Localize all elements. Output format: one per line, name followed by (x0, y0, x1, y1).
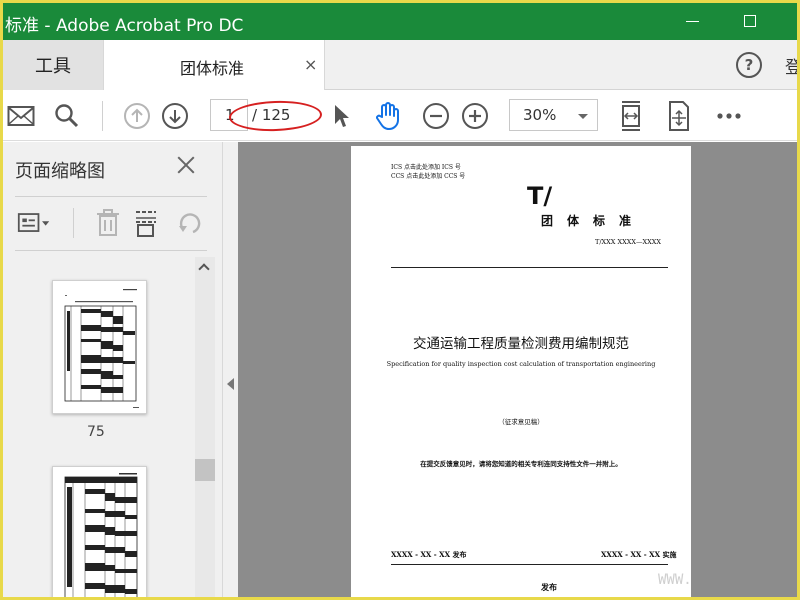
options-menu-icon[interactable] (17, 206, 51, 240)
ics-line: ICS 点击此处添加 ICS 号 (391, 164, 461, 171)
mail-icon[interactable] (5, 100, 37, 132)
header-rule (391, 267, 668, 268)
panel-divider (15, 250, 207, 251)
main-toolbar: 1 / 125 30% (3, 91, 797, 141)
tab-document[interactable]: 团体标准 × (103, 40, 325, 90)
publish-date: XXXX - XX - XX 发布 (391, 550, 467, 559)
patent-note: 在提交反馈意见时，请将您知道的相关专利连同支持性文件一并附上。 (420, 460, 622, 468)
document-title: 交通运输工程质量检测费用编制规范 (413, 336, 629, 352)
standard-number: T/XXX XXXX—XXXX (595, 238, 661, 246)
search-icon[interactable] (51, 100, 83, 132)
collapse-arrow-icon[interactable] (227, 378, 234, 390)
watermark-text: WWW. (658, 572, 692, 588)
maximize-icon[interactable] (737, 7, 765, 35)
zoom-out-icon[interactable] (420, 100, 452, 132)
fit-page-icon[interactable] (615, 100, 647, 132)
panel-title: 页面缩略图 (15, 161, 105, 182)
more-icon[interactable] (713, 100, 745, 132)
window-title: 标准 - Adobe Acrobat Pro DC (5, 16, 244, 36)
tab-bar: 工具 团体标准 × ? 登 (3, 40, 797, 90)
next-page-icon[interactable] (159, 100, 191, 132)
draft-notice: （征求意见稿） (498, 418, 544, 426)
thumbnail-page-label: 75 (87, 424, 105, 440)
insert-page-icon[interactable] (129, 206, 163, 240)
login-button[interactable]: 登 (785, 53, 797, 78)
title-bar: 标准 - Adobe Acrobat Pro DC (3, 3, 797, 40)
chevron-down-icon[interactable] (578, 114, 588, 119)
scroll-mode-icon[interactable] (663, 100, 695, 132)
tab-document-label: 团体标准 (180, 59, 245, 78)
select-cursor-icon[interactable] (325, 100, 357, 132)
help-icon[interactable]: ? (736, 52, 762, 78)
prev-page-icon[interactable] (121, 100, 153, 132)
panel-toolbar-divider (73, 208, 74, 238)
thumbnail-scrollbar[interactable] (195, 257, 215, 597)
tab-close-icon[interactable]: × (304, 55, 317, 74)
rotate-icon[interactable] (173, 206, 207, 240)
acrobat-window: 标准 - Adobe Acrobat Pro DC 工具 团体标准 × ? 登 … (3, 3, 797, 597)
page-thumbnail[interactable] (52, 280, 147, 414)
trash-icon[interactable] (91, 206, 125, 240)
panel-divider (15, 196, 207, 197)
document-title-english: Specification for quality inspection cos… (386, 360, 656, 368)
close-icon[interactable] (173, 152, 199, 178)
document-view[interactable]: ICS 点击此处添加 ICS 号 CCS 点击此处添加 CCS 号 T/ 团体标… (238, 142, 797, 597)
thumbnail-panel: 页面缩略图 75 (3, 142, 223, 597)
toolbar-divider (102, 101, 103, 131)
ccs-line: CCS 点击此处添加 CCS 号 (391, 173, 466, 180)
organization-heading: 团体标准 (541, 214, 646, 228)
zoom-in-icon[interactable] (459, 100, 491, 132)
page-thumbnail[interactable] (52, 466, 147, 597)
publisher-label: 发布 (541, 582, 557, 592)
footer-rule (391, 564, 668, 565)
tab-tools[interactable]: 工具 (3, 40, 103, 90)
minimize-icon[interactable] (679, 7, 707, 35)
panel-collapse-gutter[interactable] (223, 142, 238, 597)
standard-mark: T/ (527, 182, 553, 210)
scrollbar-thumb[interactable] (195, 459, 215, 481)
document-page: ICS 点击此处添加 ICS 号 CCS 点击此处添加 CCS 号 T/ 团体标… (351, 146, 691, 597)
hand-tool-icon[interactable] (372, 100, 404, 132)
scroll-up-icon[interactable] (198, 263, 210, 275)
implement-date: XXXX - XX - XX 实施 (601, 550, 677, 559)
